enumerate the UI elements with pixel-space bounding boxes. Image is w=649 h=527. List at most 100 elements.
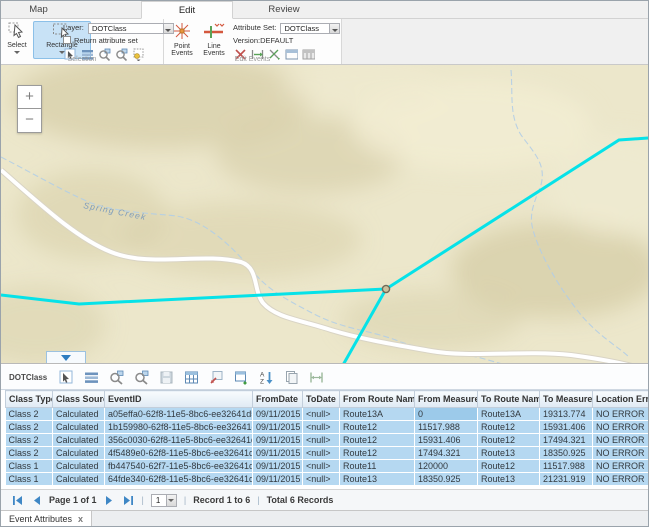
- table-cell[interactable]: 1b159980-62f8-11e5-8bc6-ee32641d5ec9: [105, 421, 253, 434]
- table-cell[interactable]: 356c0030-62f8-11e5-8bc6-ee32641d5ec9: [105, 434, 253, 447]
- select-tool-icon[interactable]: [59, 370, 74, 385]
- table-cell[interactable]: NO ERROR: [593, 408, 649, 421]
- table-cell[interactable]: Route12: [478, 421, 540, 434]
- table-cell[interactable]: a05effa0-62f8-11e5-8bc6-ee32641d5ec9: [105, 408, 253, 421]
- column-header[interactable]: Location Error: [593, 391, 649, 408]
- point-events-button[interactable]: Point Events: [167, 21, 197, 59]
- table-cell[interactable]: <null>: [303, 434, 340, 447]
- select-dropdown-caret-icon[interactable]: [14, 51, 20, 54]
- table-cell[interactable]: 21231.919: [540, 473, 593, 486]
- table-cell[interactable]: <null>: [303, 473, 340, 486]
- table-cell[interactable]: 17494.321: [540, 434, 593, 447]
- line-events-button[interactable]: Line Events: [199, 21, 229, 59]
- route-junction-marker[interactable]: [382, 285, 389, 292]
- add-event-icon[interactable]: [234, 370, 249, 385]
- pan-to-record-icon[interactable]: [134, 370, 149, 385]
- table-cell[interactable]: NO ERROR: [593, 421, 649, 434]
- table-row[interactable]: Class 2Calculated4f5489e0-62f8-11e5-8bc6…: [6, 447, 649, 460]
- table-cell[interactable]: Route11: [340, 460, 415, 473]
- page-select-arrow-icon[interactable]: [166, 495, 176, 506]
- column-header[interactable]: Class Source: [53, 391, 105, 408]
- table-cell[interactable]: Route13: [478, 447, 540, 460]
- zoom-in-button[interactable]: +: [17, 85, 42, 109]
- table-cell[interactable]: Calculated: [53, 408, 105, 421]
- layer-combobox[interactable]: DOTClass: [88, 23, 174, 34]
- table-cell[interactable]: 09/11/2015: [253, 460, 303, 473]
- last-page-button[interactable]: [123, 494, 135, 506]
- table-cell[interactable]: Class 1: [6, 460, 53, 473]
- table-row[interactable]: Class 1Calculated64fde340-62f8-11e5-8bc6…: [6, 473, 649, 486]
- table-cell[interactable]: Route13A: [478, 408, 540, 421]
- select-tool-button[interactable]: Select: [3, 21, 31, 59]
- column-header[interactable]: ToDate: [303, 391, 340, 408]
- table-cell[interactable]: Route12: [478, 434, 540, 447]
- table-cell[interactable]: 4f5489e0-62f8-11e5-8bc6-ee32641d5ec9: [105, 447, 253, 460]
- sort-records-icon[interactable]: AZ: [259, 370, 274, 385]
- table-row[interactable]: Class 1Calculatedfb447540-62f7-11e5-8bc6…: [6, 460, 649, 473]
- table-row[interactable]: Class 2Calculated1b159980-62f8-11e5-8bc6…: [6, 421, 649, 434]
- table-cell[interactable]: Route12: [340, 434, 415, 447]
- table-cell[interactable]: Calculated: [53, 434, 105, 447]
- column-header[interactable]: From Route Name: [340, 391, 415, 408]
- show-all-records-icon[interactable]: [84, 370, 99, 385]
- close-tab-icon[interactable]: x: [78, 515, 83, 524]
- first-page-button[interactable]: [11, 494, 23, 506]
- table-cell[interactable]: Route12: [478, 460, 540, 473]
- table-cell[interactable]: 64fde340-62f8-11e5-8bc6-ee32641d5ec9: [105, 473, 253, 486]
- table-cell[interactable]: Calculated: [53, 460, 105, 473]
- tab-event-attributes[interactable]: Event Attributes x: [1, 511, 92, 527]
- table-cell[interactable]: 09/11/2015: [253, 447, 303, 460]
- table-cell[interactable]: 11517.988: [540, 460, 593, 473]
- fit-columns-icon[interactable]: [309, 370, 324, 385]
- table-cell[interactable]: 17494.321: [415, 447, 478, 460]
- table-cell[interactable]: 18350.925: [415, 473, 478, 486]
- column-header[interactable]: Class Type: [6, 391, 53, 408]
- table-row[interactable]: Class 2Calculated356c0030-62f8-11e5-8bc6…: [6, 434, 649, 447]
- table-cell[interactable]: 120000: [415, 460, 478, 473]
- table-cell[interactable]: fb447540-62f7-11e5-8bc6-ee32641d5ec9: [105, 460, 253, 473]
- table-cell[interactable]: Route12: [340, 447, 415, 460]
- table-cell[interactable]: 09/11/2015: [253, 408, 303, 421]
- table-cell[interactable]: <null>: [303, 408, 340, 421]
- table-cell[interactable]: 09/11/2015: [253, 473, 303, 486]
- map-view[interactable]: Spring Creek + −: [1, 65, 648, 364]
- page-select-combobox[interactable]: 1: [151, 494, 177, 507]
- tab-review[interactable]: Review: [249, 1, 319, 19]
- tab-map[interactable]: Map: [11, 1, 66, 19]
- return-attribute-set-checkbox[interactable]: [63, 36, 71, 44]
- panel-collapse-button[interactable]: [46, 351, 86, 363]
- table-cell[interactable]: Class 2: [6, 421, 53, 434]
- table-cell[interactable]: Calculated: [53, 473, 105, 486]
- table-cell[interactable]: NO ERROR: [593, 434, 649, 447]
- column-header[interactable]: To Route Name: [478, 391, 540, 408]
- table-cell[interactable]: NO ERROR: [593, 447, 649, 460]
- table-cell[interactable]: 0: [415, 408, 478, 421]
- zoom-out-button[interactable]: −: [17, 109, 42, 133]
- column-header[interactable]: FromDate: [253, 391, 303, 408]
- zoom-to-record-icon[interactable]: [109, 370, 124, 385]
- table-cell[interactable]: Class 1: [6, 473, 53, 486]
- table-cell[interactable]: 19313.774: [540, 408, 593, 421]
- copy-records-icon[interactable]: [284, 370, 299, 385]
- table-cell[interactable]: NO ERROR: [593, 473, 649, 486]
- table-cell[interactable]: <null>: [303, 421, 340, 434]
- attribute-set-combobox-arrow-icon[interactable]: [329, 24, 339, 33]
- table-cell[interactable]: Class 2: [6, 447, 53, 460]
- table-cell[interactable]: 18350.925: [540, 447, 593, 460]
- tab-edit[interactable]: Edit: [141, 1, 233, 19]
- table-cell[interactable]: Route13: [340, 473, 415, 486]
- table-cell[interactable]: Route12: [340, 421, 415, 434]
- table-cell[interactable]: Route13A: [340, 408, 415, 421]
- table-cell[interactable]: Route13: [478, 473, 540, 486]
- table-row[interactable]: Class 2Calculateda05effa0-62f8-11e5-8bc6…: [6, 408, 649, 421]
- table-cell[interactable]: Class 2: [6, 408, 53, 421]
- table-cell[interactable]: <null>: [303, 447, 340, 460]
- table-cell[interactable]: 09/11/2015: [253, 434, 303, 447]
- previous-page-button[interactable]: [30, 494, 42, 506]
- column-header[interactable]: EventID: [105, 391, 253, 408]
- column-header[interactable]: From Measure: [415, 391, 478, 408]
- table-cell[interactable]: Calculated: [53, 421, 105, 434]
- table-cell[interactable]: Class 2: [6, 434, 53, 447]
- table-cell[interactable]: 09/11/2015: [253, 421, 303, 434]
- save-edits-icon[interactable]: [159, 370, 174, 385]
